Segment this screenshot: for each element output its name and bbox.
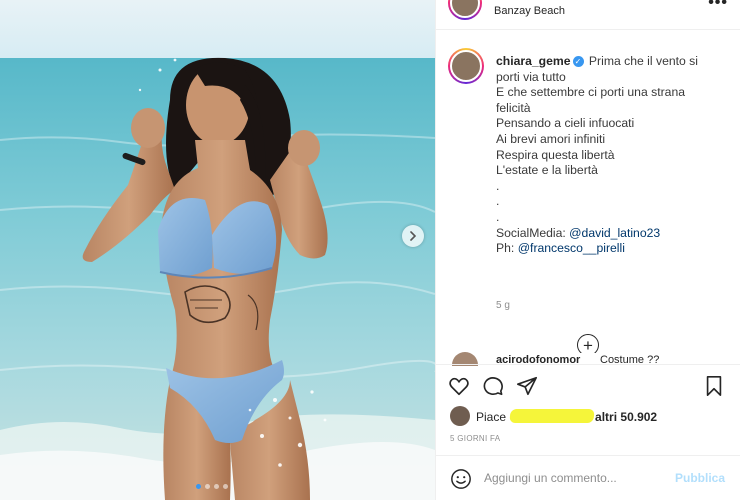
comment-icon[interactable] (482, 375, 504, 397)
caption-area: chiara_geme ✓ Prima che il vento si porti… (436, 30, 740, 353)
carousel-dot (214, 484, 219, 489)
time-ago[interactable]: 5 g (496, 300, 510, 311)
caption-line: . (496, 194, 500, 209)
caption-line: Pensando a cieli infuocati (496, 116, 635, 131)
likes-prefix: Piace (476, 409, 507, 424)
carousel-dot (196, 484, 201, 489)
post-header: Banzay Beach ••• (436, 0, 740, 30)
caption-social-line: SocialMedia: @david_latino23 (496, 226, 731, 242)
likes-text: Piace altri 50.902 (476, 408, 657, 424)
post-side-panel: Banzay Beach ••• chiara_geme ✓ Prima che … (435, 0, 740, 500)
verified-badge-icon: ✓ (572, 56, 584, 67)
likes-row[interactable]: Piace altri 50.902 (450, 406, 657, 426)
mention-link[interactable]: @david_latino23 (569, 226, 660, 240)
smiley-icon[interactable] (450, 468, 472, 490)
actions-bar: Piace altri 50.902 5 GIORNI FA (436, 364, 740, 454)
avatar[interactable] (450, 406, 470, 426)
post-date[interactable]: 5 GIORNI FA (450, 434, 500, 443)
carousel-dots (196, 484, 228, 489)
caption-line: . (496, 209, 500, 224)
heart-icon[interactable] (448, 375, 470, 397)
comment-input[interactable] (484, 468, 670, 488)
carousel-dot (205, 484, 210, 489)
likes-count[interactable]: 50.902 (620, 410, 657, 424)
redaction-highlight (509, 408, 595, 423)
caption-line: Prima che il vento si (588, 54, 698, 68)
caption-line: L'estate e la libertà (496, 163, 598, 178)
caption-line: felicità (496, 100, 531, 115)
location-link[interactable]: Banzay Beach (494, 5, 565, 17)
caption-username[interactable]: chiara_geme (496, 54, 571, 68)
post-caption: chiara_geme ✓ Prima che il vento si porti… (496, 54, 731, 257)
social-label: SocialMedia: (496, 225, 570, 240)
carousel-dot (223, 484, 228, 489)
avatar-image (450, 50, 482, 82)
carousel-next-button[interactable] (402, 225, 424, 247)
caption-line: E che settembre ci porti una strana (496, 85, 686, 100)
comment-box: Pubblica (436, 455, 740, 500)
send-icon[interactable] (516, 375, 538, 397)
likes-suffix: altri (595, 409, 618, 424)
plus-circle-icon: + (583, 335, 593, 354)
bookmark-icon[interactable] (703, 375, 725, 397)
caption-line: Respira questa libertà (496, 147, 615, 162)
caption-line: porti via tutto (496, 69, 566, 84)
mention-link[interactable]: @francesco__pirelli (518, 241, 625, 255)
beach-photo-image (0, 0, 435, 500)
caption-line: . (496, 178, 500, 193)
chevron-right-icon (410, 231, 417, 241)
avatar-image (450, 0, 480, 18)
caption-line: Ai brevi amori infiniti (496, 131, 606, 146)
caption-ph-line: Ph: @francesco__pirelli (496, 241, 731, 257)
ph-label: Ph: (496, 241, 518, 256)
caption-avatar[interactable] (448, 48, 484, 84)
load-more-comments-button[interactable]: + (577, 334, 599, 353)
avatar[interactable] (448, 0, 482, 20)
action-icons (448, 375, 538, 397)
post-photo[interactable] (0, 0, 435, 500)
more-horizontal-icon[interactable]: ••• (708, 0, 728, 12)
post-comment-button[interactable]: Pubblica (675, 471, 725, 485)
